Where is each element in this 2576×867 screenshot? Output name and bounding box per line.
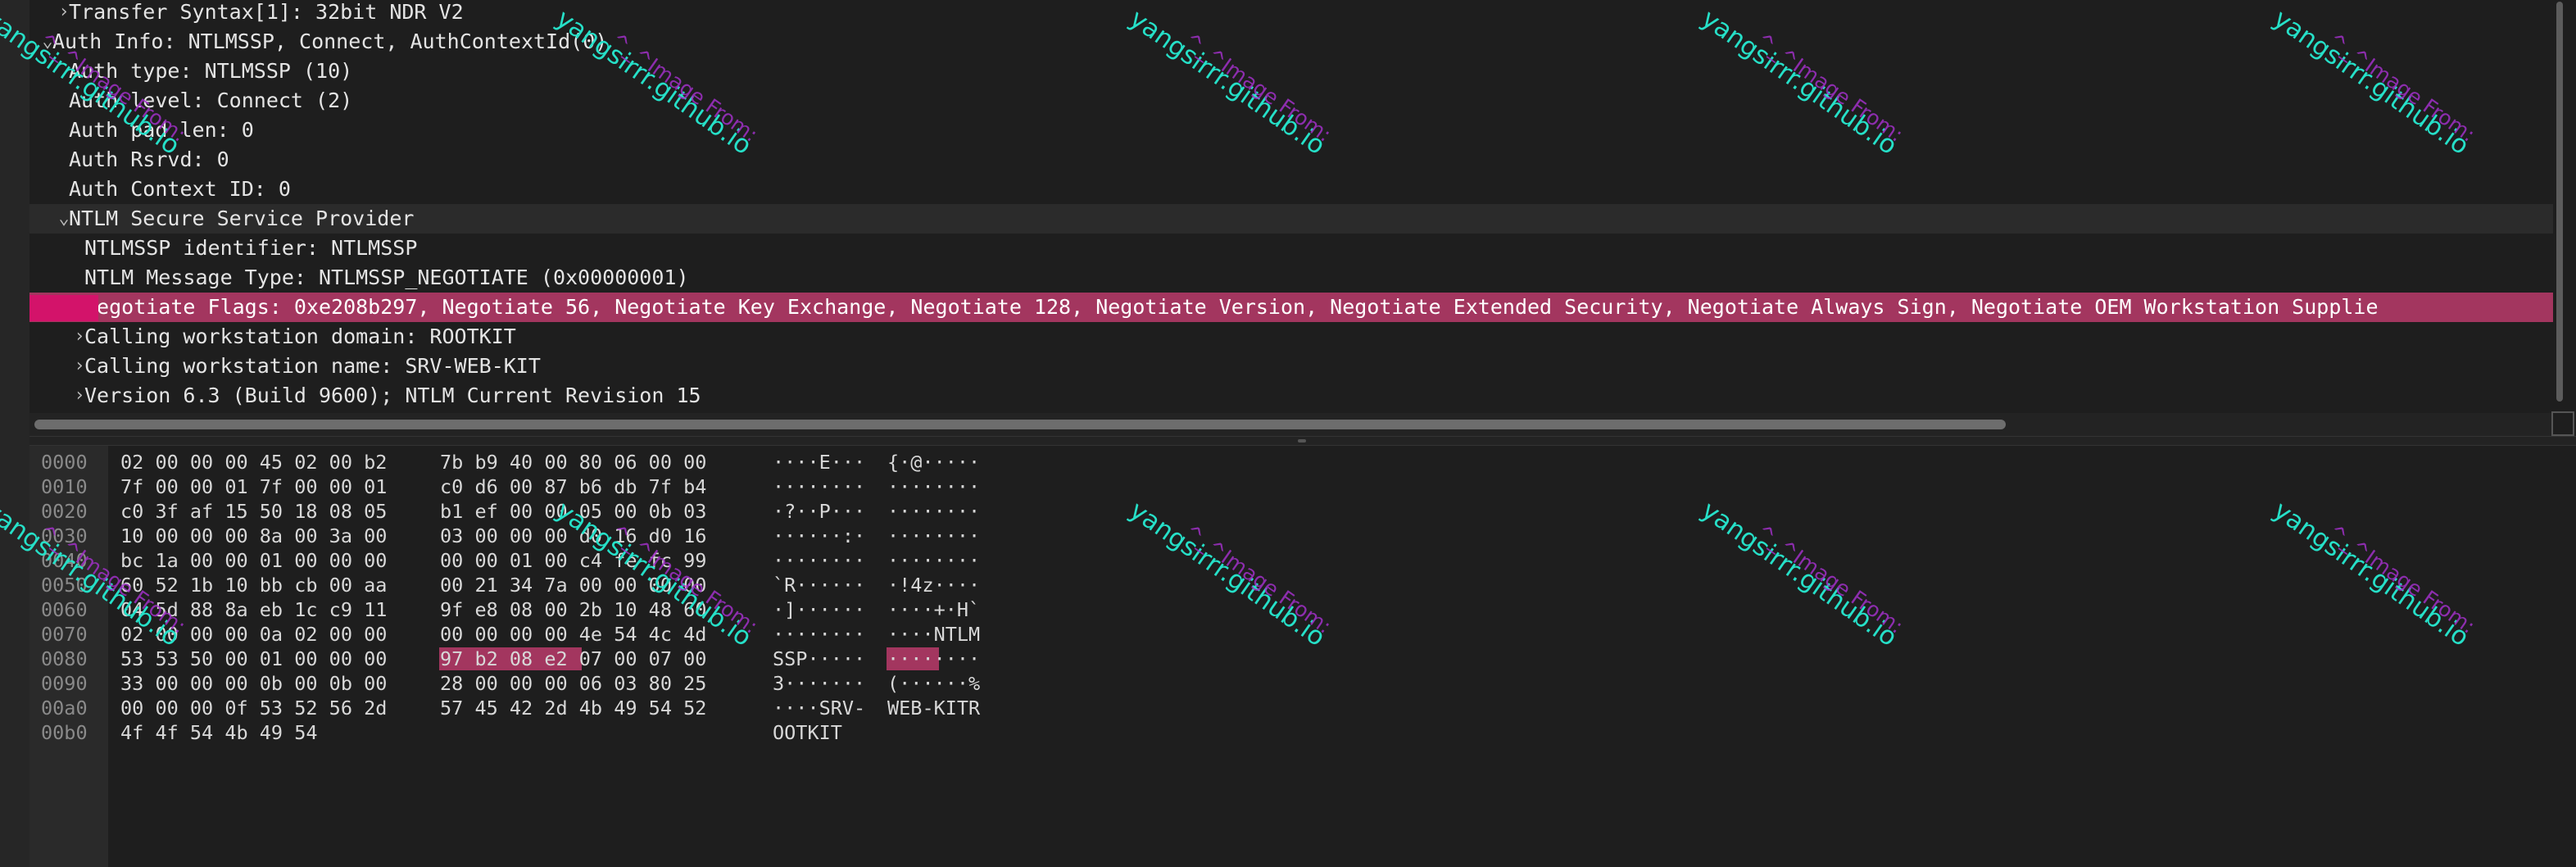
ascii-group-2[interactable]: ········ xyxy=(887,548,980,573)
ascii-group-1[interactable]: ·]······ xyxy=(773,597,865,622)
details-horizontal-scroll-thumb[interactable] xyxy=(34,420,2006,429)
hex-offset: 0070 xyxy=(41,623,88,646)
hex-bytes-group-2[interactable]: 00 21 34 7a 00 00 00 00 xyxy=(440,573,706,597)
scroll-corner xyxy=(2551,411,2574,436)
ascii-group-2[interactable]: ········ xyxy=(887,524,980,548)
hex-offset: 0060 xyxy=(41,598,88,621)
tree-row-label: Calling workstation name: SRV-WEB-KIT xyxy=(84,354,541,378)
hex-bytes-group-1[interactable]: 33 00 00 00 0b 00 0b 00 xyxy=(120,671,387,696)
hex-offset: 0040 xyxy=(41,549,88,572)
hex-offset: 0050 xyxy=(41,574,88,597)
hex-bytes-group-1[interactable]: 00 00 00 0f 53 52 56 2d xyxy=(120,696,387,720)
tree-row-label: NTLMSSP identifier: NTLMSSP xyxy=(84,236,418,260)
tree-row[interactable]: Auth pad len: 0 xyxy=(29,116,2553,145)
hex-bytes-group-2[interactable]: c0 d6 00 87 b6 db 7f b4 xyxy=(440,474,706,499)
tree-row-label: Negotiate Flags: 0xe208b297, Negotiate 5… xyxy=(84,295,2379,319)
hex-bytes-group-2[interactable]: 7b b9 40 00 80 06 00 00 xyxy=(440,450,706,474)
tree-row-label: Version 6.3 (Build 9600); NTLM Current R… xyxy=(84,384,701,407)
tree-row[interactable]: ⌄ NTLM Secure Service Provider xyxy=(29,204,2553,234)
tree-row[interactable]: NTLM Message Type: NTLMSSP_NEGOTIATE (0x… xyxy=(29,263,2553,293)
hex-offset: 0000 xyxy=(41,451,88,474)
hex-bytes-group-1[interactable]: 04 5d 88 8a eb 1c c9 11 xyxy=(120,597,387,622)
ascii-group-1[interactable]: ····SRV- xyxy=(773,696,865,720)
ascii-group-1[interactable]: OOTKIT xyxy=(773,720,842,745)
hex-bytes-group-2[interactable]: 28 00 00 00 06 03 80 25 xyxy=(440,671,706,696)
tree-row[interactable]: Auth Context ID: 0 xyxy=(29,175,2553,204)
hex-offset: 00b0 xyxy=(41,721,88,744)
tree-row-label: Transfer Syntax[1]: 32bit NDR V2 xyxy=(69,0,464,24)
details-vertical-scroll-thumb[interactable] xyxy=(2556,2,2563,402)
ascii-group-2[interactable]: {·@····· xyxy=(887,450,980,474)
tree-row-label: Auth Rsrvd: 0 xyxy=(69,148,229,171)
hex-bytes-group-1[interactable]: 02 00 00 00 0a 02 00 00 xyxy=(120,622,387,647)
ascii-group-2[interactable]: ·!4z···· xyxy=(887,573,980,597)
ascii-group-1[interactable]: ········ xyxy=(773,548,865,573)
tree-row-label: Auth Info: NTLMSSP, Connect, AuthContext… xyxy=(52,30,608,53)
tree-row[interactable]: Auth Rsrvd: 0 xyxy=(29,145,2553,175)
ascii-group-2[interactable]: ········ xyxy=(887,647,980,671)
tree-row-label: NTLM Secure Service Provider xyxy=(69,207,415,230)
tree-row[interactable]: › Calling workstation name: SRV-WEB-KIT xyxy=(29,352,2553,381)
hex-bytes-group-1[interactable]: 02 00 00 00 45 02 00 b2 xyxy=(120,450,387,474)
tree-row-label: Auth Context ID: 0 xyxy=(69,177,291,201)
ascii-group-1[interactable]: `R······ xyxy=(773,573,865,597)
hex-bytes-group-1[interactable]: 4f 4f 54 4b 49 54 xyxy=(120,720,318,745)
ascii-group-1[interactable]: ········ xyxy=(773,474,865,499)
hex-bytes-group-2[interactable]: 9f e8 08 00 2b 10 48 60 xyxy=(440,597,706,622)
hex-bytes-group-1[interactable]: bc 1a 00 00 01 00 00 00 xyxy=(120,548,387,573)
hex-bytes-group-2[interactable]: 03 00 00 00 d0 16 d0 16 xyxy=(440,524,706,548)
ascii-group-2[interactable]: ····NTLM xyxy=(887,622,980,647)
tree-row[interactable]: Auth level: Connect (2) xyxy=(29,86,2553,116)
hex-bytes-group-1[interactable]: c0 3f af 15 50 18 08 05 xyxy=(120,499,387,524)
hex-offset: 0030 xyxy=(41,524,88,547)
tree-row-label: Auth pad len: 0 xyxy=(69,118,254,142)
tree-row-selected[interactable]: ›Negotiate Flags: 0xe208b297, Negotiate … xyxy=(29,293,2553,322)
hex-bytes-group-1[interactable]: 10 00 00 00 8a 00 3a 00 xyxy=(120,524,387,548)
packet-details-tree[interactable]: › Transfer Syntax[1]: 32bit NDR V2 ⌄ Auth I… xyxy=(29,0,2553,413)
tree-row[interactable]: ⌄ Auth Info: NTLMSSP, Connect, AuthContex… xyxy=(29,27,2553,57)
ascii-group-2[interactable]: (······% xyxy=(887,671,980,696)
packet-bytes-pane[interactable] xyxy=(29,446,2576,867)
hex-bytes-group-2[interactable]: 57 45 42 2d 4b 49 54 52 xyxy=(440,696,706,720)
ascii-group-1[interactable]: ········ xyxy=(773,622,865,647)
selection-marker xyxy=(29,295,98,321)
hex-offset: 0020 xyxy=(41,500,88,523)
ascii-group-1[interactable]: ····E··· xyxy=(773,450,865,474)
tree-row[interactable]: › Version 6.3 (Build 9600); NTLM Current … xyxy=(29,381,2553,411)
tree-row[interactable]: Auth type: NTLMSSP (10) xyxy=(29,57,2553,86)
tree-row[interactable]: › Transfer Syntax[1]: 32bit NDR V2 xyxy=(29,0,2553,27)
hex-bytes-group-2[interactable]: 00 00 01 00 c4 fe fc 99 xyxy=(440,548,706,573)
ascii-group-2[interactable]: ········ xyxy=(887,499,980,524)
hex-offset: 0080 xyxy=(41,647,88,670)
left-gutter xyxy=(0,0,29,867)
ascii-group-2[interactable]: ····+·H` xyxy=(887,597,980,622)
tree-row-label: Auth level: Connect (2) xyxy=(69,89,353,112)
ascii-group-1[interactable]: ·?··P··· xyxy=(773,499,865,524)
hex-bytes-group-2[interactable]: 97 b2 08 e2 07 00 07 00 xyxy=(440,647,706,671)
hex-offset: 0010 xyxy=(41,475,88,498)
hex-offset: 00a0 xyxy=(41,697,88,719)
hex-bytes-group-1[interactable]: 53 53 50 00 01 00 00 00 xyxy=(120,647,387,671)
tree-row[interactable]: › Calling workstation domain: ROOTKIT xyxy=(29,322,2553,352)
hex-bytes-group-2[interactable]: 00 00 00 00 4e 54 4c 4d xyxy=(440,622,706,647)
ascii-group-1[interactable]: ······:· xyxy=(773,524,865,548)
tree-row-label: NTLM Message Type: NTLMSSP_NEGOTIATE (0x… xyxy=(84,266,689,289)
ascii-group-1[interactable]: 3······· xyxy=(773,671,865,696)
tree-row-label: Calling workstation domain: ROOTKIT xyxy=(84,325,516,348)
hex-bytes-group-1[interactable]: 7f 00 00 01 7f 00 00 01 xyxy=(120,474,387,499)
packet-viewer: › Transfer Syntax[1]: 32bit NDR V2 ⌄ Auth I… xyxy=(0,0,2576,867)
hex-offset: 0090 xyxy=(41,672,88,695)
ascii-group-2[interactable]: ········ xyxy=(887,474,980,499)
ascii-group-1[interactable]: SSP····· xyxy=(773,647,865,671)
tree-row-label: Auth type: NTLMSSP (10) xyxy=(69,59,353,83)
tree-row[interactable]: NTLMSSP identifier: NTLMSSP xyxy=(29,234,2553,263)
ascii-group-2[interactable]: WEB-KITR xyxy=(887,696,980,720)
splitter-handle-icon[interactable] xyxy=(1298,439,1306,443)
hex-bytes-group-1[interactable]: 60 52 1b 10 bb cb 00 aa xyxy=(120,573,387,597)
hex-bytes-group-2[interactable]: b1 ef 00 00 05 00 0b 03 xyxy=(440,499,706,524)
